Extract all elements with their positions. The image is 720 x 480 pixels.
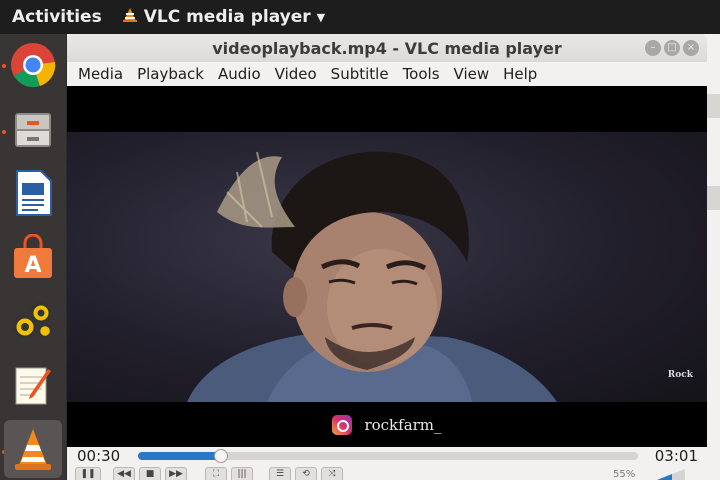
background-window (706, 34, 720, 480)
chrome-icon (11, 43, 56, 88)
window-title: videoplayback.mp4 - VLC media player (212, 38, 562, 58)
app-menu-label: VLC media player (143, 7, 311, 27)
shopping-bag-icon: A (14, 234, 52, 278)
menu-tools[interactable]: Tools (396, 65, 447, 83)
files-launcher[interactable] (4, 100, 62, 158)
stop-button[interactable]: ■ (139, 467, 161, 480)
menu-video[interactable]: Video (268, 65, 324, 83)
top-bar: Activities VLC media player ▼ (0, 0, 720, 34)
title-bar[interactable]: videoplayback.mp4 - VLC media player – □… (67, 34, 707, 62)
dock: A (0, 34, 66, 480)
vlc-cone-icon (122, 7, 138, 28)
play-pause-button[interactable]: ❚❚ (75, 467, 101, 480)
playback-controls: 00:30 03:01 ❚❚ ◀◀ ■ ▶▶ ⛶ ||| ☰ ⟲ ⤨ 55% (67, 447, 707, 480)
extended-settings-button[interactable]: ||| (231, 467, 253, 480)
shuffle-button[interactable]: ⤨ (321, 467, 343, 480)
instagram-icon (332, 414, 353, 435)
video-frame-image (187, 151, 557, 402)
vlc-cone-icon (15, 429, 51, 470)
video-caption-bar: rockfarm_ (67, 402, 707, 447)
previous-button[interactable]: ◀◀ (113, 467, 135, 480)
menu-bar: Media Playback Audio Video Subtitle Tool… (67, 62, 707, 86)
vlc-window: videoplayback.mp4 - VLC media player – □… (67, 34, 707, 480)
gears-icon (13, 302, 53, 339)
elapsed-time: 00:30 (77, 447, 121, 465)
activities-button[interactable]: Activities (12, 7, 102, 27)
document-icon (16, 170, 52, 216)
menu-playback[interactable]: Playback (130, 65, 211, 83)
svg-text:A: A (24, 253, 41, 278)
app-menu[interactable]: VLC media player ▼ (122, 7, 325, 28)
next-button[interactable]: ▶▶ (165, 467, 187, 480)
chrome-launcher[interactable] (4, 36, 62, 94)
playlist-button[interactable]: ☰ (269, 467, 291, 480)
settings-launcher[interactable] (4, 292, 62, 350)
writer-launcher[interactable] (4, 164, 62, 222)
menu-view[interactable]: View (447, 65, 497, 83)
seek-bar-fill (138, 452, 221, 460)
vlc-launcher[interactable] (4, 420, 62, 478)
file-cabinet-icon (15, 113, 51, 147)
video-frame: Rock (67, 132, 707, 402)
menu-help[interactable]: Help (496, 65, 544, 83)
menu-audio[interactable]: Audio (211, 65, 268, 83)
seek-handle[interactable] (214, 449, 228, 463)
volume-level: 55% (613, 469, 636, 480)
seek-bar[interactable] (138, 449, 638, 463)
minimize-button[interactable]: – (645, 40, 661, 56)
volume-slider[interactable] (657, 469, 685, 480)
background-window-bar (706, 186, 720, 210)
close-button[interactable]: × (683, 40, 699, 56)
notepad-pencil-icon (15, 367, 51, 405)
menu-subtitle[interactable]: Subtitle (324, 65, 396, 83)
fullscreen-button[interactable]: ⛶ (205, 467, 227, 480)
loop-button[interactable]: ⟲ (295, 467, 317, 480)
video-watermark: Rock (667, 370, 693, 380)
video-handle-text: rockfarm_ (364, 415, 442, 434)
menu-media[interactable]: Media (71, 65, 130, 83)
chevron-down-icon: ▼ (316, 10, 326, 24)
maximize-button[interactable]: □ (664, 40, 680, 56)
video-display[interactable]: Rock rockfarm_ (67, 86, 707, 447)
software-launcher[interactable]: A (4, 228, 62, 286)
text-editor-launcher[interactable] (4, 356, 62, 414)
total-time: 03:01 (654, 447, 698, 465)
background-window-bar (706, 94, 720, 118)
